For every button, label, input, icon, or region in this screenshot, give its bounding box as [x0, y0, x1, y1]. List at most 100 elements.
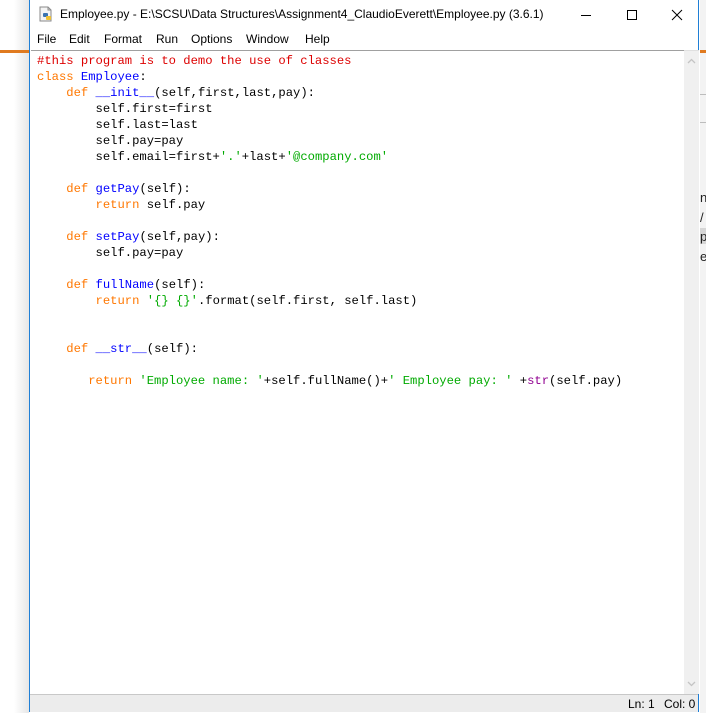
- code-token: Employee: [80, 70, 140, 84]
- code-token: +: [512, 374, 528, 388]
- menu-format[interactable]: Format: [104, 32, 142, 46]
- code-text[interactable]: #this program is to demo the use of clas…: [37, 53, 622, 389]
- menu-edit[interactable]: Edit: [69, 32, 90, 46]
- divider: [700, 94, 706, 95]
- status-bar: Ln: 1 Col: 0: [30, 694, 698, 712]
- code-line[interactable]: def setPay(self,pay):: [37, 229, 622, 245]
- background-window-accent: [0, 50, 29, 53]
- code-line[interactable]: return 'Employee name: '+self.fullName()…: [37, 373, 622, 389]
- close-button[interactable]: [654, 0, 700, 30]
- code-token: str: [527, 374, 550, 388]
- code-line[interactable]: self.pay=pay: [37, 133, 622, 149]
- code-line[interactable]: class Employee:: [37, 69, 622, 85]
- code-token: (self):: [139, 182, 191, 196]
- code-token: self.email=first+: [37, 150, 220, 164]
- code-editor[interactable]: #this program is to demo the use of clas…: [31, 50, 684, 694]
- menu-file[interactable]: File: [37, 32, 56, 46]
- code-token: #this program is to demo the use of clas…: [37, 54, 352, 68]
- divider: [700, 122, 706, 123]
- maximize-button[interactable]: [609, 0, 655, 30]
- desktop-background: [0, 0, 29, 713]
- maximize-icon: [627, 10, 637, 20]
- code-token: return: [95, 294, 140, 308]
- code-token: def: [66, 342, 89, 356]
- code-token: def: [66, 182, 89, 196]
- scroll-up-arrow-icon[interactable]: [684, 53, 699, 69]
- code-line[interactable]: self.email=first+'.'+last+'@company.com': [37, 149, 622, 165]
- code-token: (self):: [154, 278, 206, 292]
- window-title: Employee.py - E:\SCSU\Data Structures\As…: [60, 7, 544, 21]
- background-window-text: e: [700, 249, 706, 264]
- code-token: +self.fullName()+: [263, 374, 389, 388]
- code-line[interactable]: [37, 261, 622, 277]
- minimize-icon: [581, 15, 591, 16]
- code-line[interactable]: return self.pay: [37, 197, 622, 213]
- background-window-text: py: [700, 229, 706, 244]
- code-token: getPay: [95, 182, 140, 196]
- code-line[interactable]: [37, 213, 622, 229]
- code-line[interactable]: self.first=first: [37, 101, 622, 117]
- menu-options[interactable]: Options: [191, 32, 232, 46]
- code-token: :: [139, 70, 147, 84]
- code-token: self.last=last: [37, 118, 198, 132]
- code-line[interactable]: [37, 357, 622, 373]
- code-line[interactable]: return '{} {}'.format(self.first, self.l…: [37, 293, 622, 309]
- code-token: self.first=first: [37, 102, 213, 116]
- code-token: (self,pay):: [139, 230, 220, 244]
- code-token: self.pay: [139, 198, 206, 212]
- menu-run[interactable]: Run: [156, 32, 178, 46]
- code-token: '@company.com': [285, 150, 389, 164]
- title-bar[interactable]: Employee.py - E:\SCSU\Data Structures\As…: [30, 0, 698, 30]
- vertical-scrollbar[interactable]: [684, 50, 699, 694]
- code-line[interactable]: def __str__(self):: [37, 341, 622, 357]
- code-token: self.pay=pay: [37, 134, 184, 148]
- close-icon: [671, 9, 683, 21]
- background-window[interactable]: n / py e: [700, 0, 706, 713]
- code-token: setPay: [95, 230, 140, 244]
- code-token: def: [66, 230, 89, 244]
- python-file-icon: [38, 6, 54, 22]
- menu-window[interactable]: Window: [246, 32, 289, 46]
- code-token: return: [88, 374, 133, 388]
- code-token: '{} {}': [146, 294, 198, 308]
- idle-editor-window: Employee.py - E:\SCSU\Data Structures\As…: [29, 0, 699, 712]
- code-token: .format(self.first, self.last): [197, 294, 418, 308]
- code-token: class: [37, 70, 74, 84]
- code-line[interactable]: self.last=last: [37, 117, 622, 133]
- code-line[interactable]: self.pay=pay: [37, 245, 622, 261]
- code-line[interactable]: def fullName(self):: [37, 277, 622, 293]
- code-token: def: [66, 278, 89, 292]
- menu-help[interactable]: Help: [305, 32, 330, 46]
- code-token: ' Employee pay: ': [388, 374, 513, 388]
- scroll-down-arrow-icon[interactable]: [684, 676, 699, 692]
- line-number: Ln: 1: [628, 697, 655, 711]
- code-line[interactable]: [37, 165, 622, 181]
- code-line[interactable]: #this program is to demo the use of clas…: [37, 53, 622, 69]
- code-token: return: [95, 198, 140, 212]
- code-token: (self.pay): [549, 374, 623, 388]
- background-window-text: /: [700, 210, 704, 225]
- code-line[interactable]: def getPay(self):: [37, 181, 622, 197]
- code-token: +last+: [241, 150, 286, 164]
- code-token: self.pay=pay: [37, 246, 184, 260]
- code-line[interactable]: [37, 325, 622, 341]
- code-line[interactable]: [37, 309, 622, 325]
- background-window-accent: [700, 50, 706, 53]
- code-token: __str__: [95, 342, 147, 356]
- code-line[interactable]: def __init__(self,first,last,pay):: [37, 85, 622, 101]
- code-token: __init__: [95, 86, 155, 100]
- code-token: '.': [219, 150, 242, 164]
- minimize-button[interactable]: [563, 0, 609, 30]
